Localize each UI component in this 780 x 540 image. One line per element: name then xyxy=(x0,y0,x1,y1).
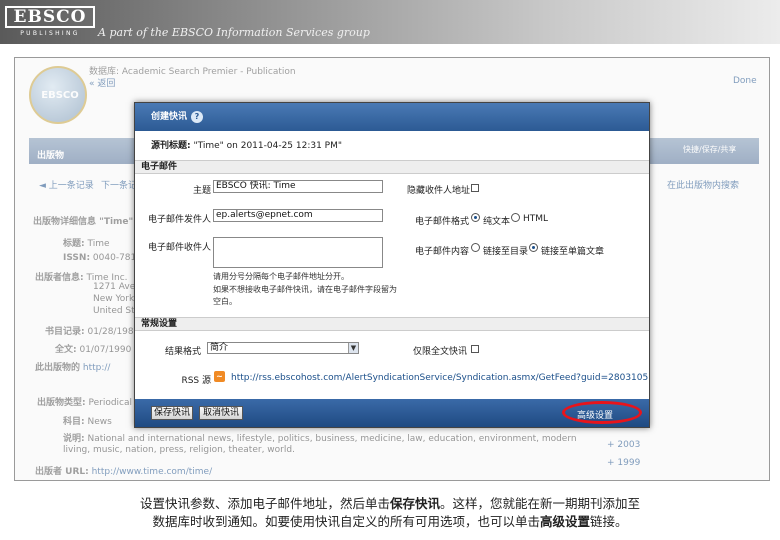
general-section-header: 常规设置 xyxy=(135,317,649,331)
dialog-title: 创建快讯 xyxy=(151,112,188,122)
result-format-value: 简介 xyxy=(210,343,229,353)
highlight-ellipse xyxy=(562,401,642,424)
help-icon[interactable]: ? xyxy=(191,111,203,123)
recipient-note-1: 请用分号分隔每个电子邮件地址分开。 xyxy=(213,272,349,281)
content-toc-label: 链接至目录 xyxy=(483,247,529,257)
detail-row: 出版者 URL: http://www.time.com/time/ xyxy=(35,467,213,477)
feed-title-value: "Time" on 2011-04-25 12:31 PM" xyxy=(193,141,343,151)
save-alert-button[interactable]: 保存快讯 xyxy=(151,406,193,420)
rss-url-link[interactable]: http://rss.ebscohost.com/AlertSyndicatio… xyxy=(231,373,648,383)
back-link[interactable]: « 返回 xyxy=(89,76,115,89)
chevron-down-icon[interactable]: ▼ xyxy=(348,343,358,353)
fulltext-only-checkbox[interactable] xyxy=(471,345,479,353)
result-format-select[interactable]: 简介 ▼ xyxy=(207,342,359,354)
logo-sub-text: PUBLISHING xyxy=(20,30,80,37)
detail-row: 说明: National and international news, lif… xyxy=(63,434,577,455)
email-section-header: 电子邮件 xyxy=(135,160,649,174)
dialog-footer: 保存快讯 取消快讯 高级设置 xyxy=(135,399,649,427)
year-1999-link[interactable]: + 1999 xyxy=(607,458,640,468)
detail-row: 标题: Time xyxy=(63,239,110,249)
detail-row: 科目: News xyxy=(63,417,112,427)
ebsco-logo: EBSCO PUBLISHING xyxy=(5,6,95,38)
detail-row: 出版物详细信息 "Time" xyxy=(33,217,134,227)
search-within-link[interactable]: 在此出版物内搜索 xyxy=(667,178,739,191)
sender-input[interactable]: ep.alerts@epnet.com xyxy=(213,209,383,222)
content-article-radio[interactable] xyxy=(529,243,538,252)
logo-main-text: EBSCO xyxy=(5,6,95,28)
content-toc-radio[interactable] xyxy=(471,243,480,252)
screenshot-frame: EBSCO 数据库: Academic Search Premier - Pub… xyxy=(14,57,770,481)
prev-record-link[interactable]: ◄ 上一条记录 xyxy=(39,178,94,191)
detail-row: 书目记录: 01/28/1984 xyxy=(45,327,140,337)
sender-label: 电子邮件发件人 xyxy=(147,215,211,225)
band-share[interactable]: 快捷/保存/共享 xyxy=(683,144,736,155)
format-html-label: HTML xyxy=(523,214,549,224)
recipient-label: 电子邮件收件人 xyxy=(147,243,211,253)
email-format-label: 电子邮件格式 xyxy=(415,217,470,227)
subject-label: 主题 xyxy=(192,186,211,196)
ebsco-globe-logo: EBSCO xyxy=(29,66,87,124)
subject-input[interactable]: EBSCO 快讯: Time xyxy=(213,180,383,193)
create-alert-dialog: 创建快讯 ? 源刊标题: "Time" on 2011-04-25 12:31 … xyxy=(134,102,650,428)
header-tagline: A part of the EBSCO Information Services… xyxy=(98,26,370,39)
year-2003-link[interactable]: + 2003 xyxy=(607,440,640,450)
caption-line-2: 数据库时收到通知。如要使用快讯自定义的所有可用选项，也可以单击高级设置链接。 xyxy=(152,514,628,529)
email-content-label: 电子邮件内容 xyxy=(415,247,470,257)
detail-row: 此出版物的 http:// xyxy=(35,363,111,373)
recipient-textarea[interactable] xyxy=(213,237,383,268)
recipient-note-3: 空白。 xyxy=(213,297,237,306)
content-article-label: 链接至单篇文章 xyxy=(541,247,605,257)
band-title: 出版物 xyxy=(37,151,65,161)
rss-icon[interactable]: ~ xyxy=(214,371,225,382)
cancel-alert-button[interactable]: 取消快讯 xyxy=(199,406,243,420)
hide-recipients-label: 隐藏收件人地址 xyxy=(407,186,471,196)
done-link[interactable]: Done xyxy=(733,76,757,86)
caption-line-1: 设置快讯参数、添加电子邮件地址，然后单击保存快讯。这样，您就能在新一期期刊添加至 xyxy=(139,496,641,511)
format-plain-label: 纯文本 xyxy=(483,217,511,227)
result-format-label: 结果格式 xyxy=(164,347,201,357)
detail-row: 出版物类型: Periodical xyxy=(37,398,133,408)
fulltext-only-label: 仅限全文快讯 xyxy=(413,347,468,357)
feed-title-line: 源刊标题: "Time" on 2011-04-25 12:31 PM" xyxy=(151,138,342,151)
instruction-caption: 设置快讯参数、添加电子邮件地址，然后单击保存快讯。这样，您就能在新一期期刊添加至… xyxy=(60,495,720,531)
detail-row: ISSN: 0040-781X xyxy=(63,253,143,263)
format-html-radio[interactable] xyxy=(511,213,520,222)
publisher-header: EBSCO PUBLISHING A part of the EBSCO Inf… xyxy=(0,0,780,44)
feed-title-label: 源刊标题: xyxy=(151,141,191,151)
database-line: 数据库: Academic Search Premier - Publicati… xyxy=(89,67,296,77)
rss-label: RSS 源 xyxy=(181,376,211,386)
hide-recipients-checkbox[interactable] xyxy=(471,184,479,192)
recipient-note-2: 如果不想接收电子邮件快讯，请在电子邮件字段留为 xyxy=(213,285,397,294)
format-plain-radio[interactable] xyxy=(471,213,480,222)
dialog-title-bar: 创建快讯 ? xyxy=(135,103,649,131)
detail-row: 全文: 01/07/1990 xyxy=(55,345,132,355)
